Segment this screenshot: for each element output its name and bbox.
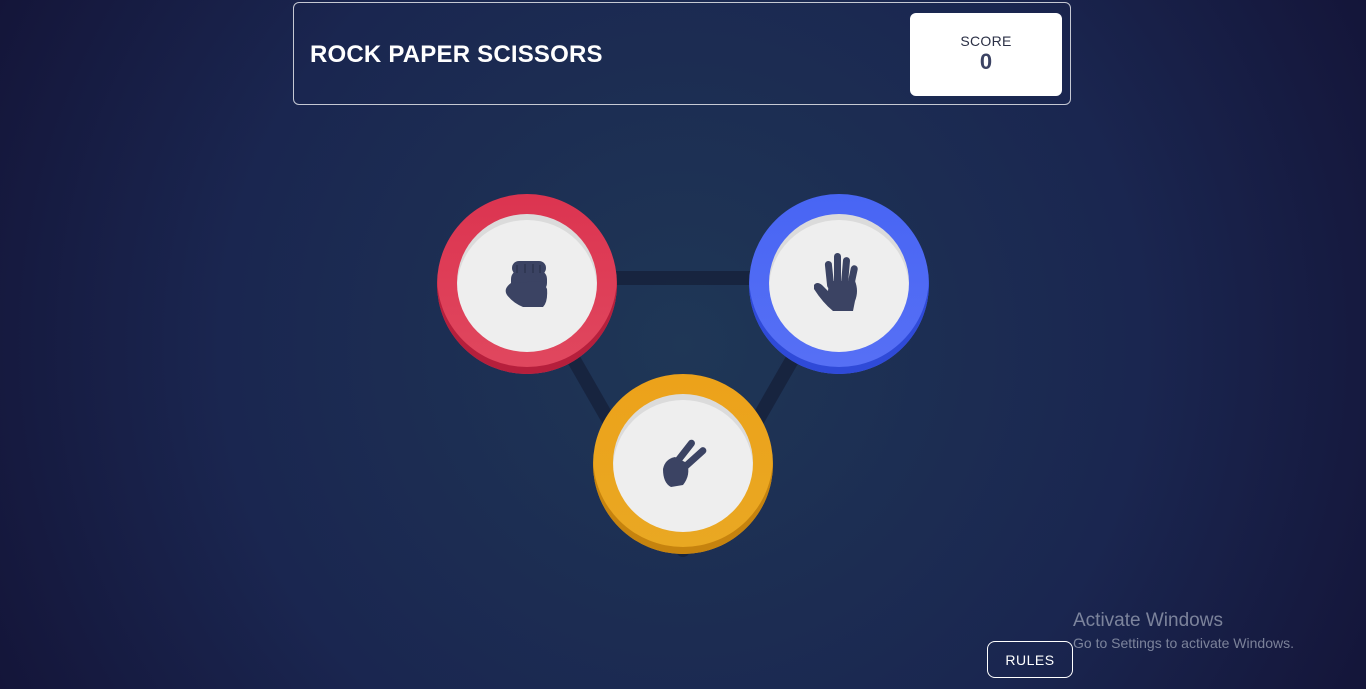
score-label: SCORE: [960, 33, 1012, 49]
rules-button[interactable]: RULES: [987, 641, 1073, 678]
fist-icon: [505, 261, 548, 307]
scissors-token-face: [613, 394, 753, 532]
paper-token-face: [769, 214, 909, 352]
scoreboard-header: ROCK PAPER SCISSORS SCORE 0: [293, 2, 1071, 105]
score-value: 0: [979, 49, 993, 74]
paper-button[interactable]: [749, 194, 929, 374]
game-title: ROCK PAPER SCISSORS: [310, 41, 603, 68]
activate-windows-watermark: Activate Windows Go to Settings to activ…: [1073, 610, 1294, 653]
score-box: SCORE 0: [910, 13, 1062, 96]
scissors-hand-icon: [663, 439, 707, 487]
rock-token-face: [457, 214, 597, 352]
rock-button[interactable]: [437, 194, 617, 374]
scissors-button[interactable]: [593, 374, 773, 554]
watermark-subtitle: Go to Settings to activate Windows.: [1073, 635, 1294, 651]
open-hand-icon: [814, 253, 858, 311]
watermark-title: Activate Windows: [1073, 610, 1223, 631]
